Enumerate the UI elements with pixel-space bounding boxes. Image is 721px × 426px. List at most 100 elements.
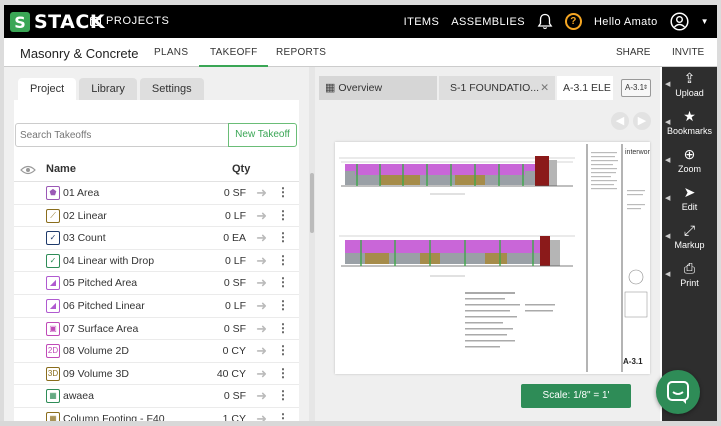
new-takeoff-button[interactable]: New Takeoff: [228, 123, 297, 147]
more-vertical-icon[interactable]: ⋮: [277, 343, 289, 357]
takeoff-row[interactable]: ◢ 06 Pitched Linear 0 LF ➜ ⋮: [14, 295, 299, 318]
takeoff-qty: 0 SF: [223, 322, 246, 335]
user-greeting[interactable]: Hello Amato: [594, 16, 658, 28]
tab-project[interactable]: Project: [18, 78, 77, 100]
volume-2d-icon: 2D: [46, 344, 60, 359]
area-icon: ▦: [46, 389, 60, 404]
arrow-right-icon[interactable]: ➜: [256, 230, 267, 246]
stepper-arrows-icon: ⇕: [642, 85, 648, 91]
takeoff-qty: 0 CY: [222, 345, 246, 358]
panel-scrollbar-thumb[interactable]: [310, 173, 314, 233]
takeoff-row[interactable]: ▦ awaea 0 SF ➜ ⋮: [14, 385, 299, 408]
more-vertical-icon[interactable]: ⋮: [277, 230, 289, 244]
more-vertical-icon[interactable]: ⋮: [277, 208, 289, 222]
share-button[interactable]: SHARE: [616, 38, 650, 67]
document-tabs: ▦ Overview S-1 FOUNDATIO... ✕ A-3.1 ELE …: [315, 76, 660, 100]
chevron-down-icon[interactable]: ▼: [701, 17, 709, 26]
takeoff-row[interactable]: 2D 08 Volume 2D 0 CY ➜ ⋮: [14, 340, 299, 363]
scale-indicator[interactable]: Scale: 1/8" = 1': [521, 384, 631, 408]
takeoff-row[interactable]: ◢ 05 Pitched Area 0 SF ➜ ⋮: [14, 272, 299, 295]
arrow-right-icon[interactable]: ➜: [256, 208, 267, 224]
arrow-right-icon[interactable]: ➜: [256, 366, 267, 382]
next-sheet-button[interactable]: ▶: [633, 112, 651, 130]
takeoff-row[interactable]: ▣ 07 Surface Area 0 SF ➜ ⋮: [14, 318, 299, 341]
arrow-right-icon[interactable]: ➜: [256, 388, 267, 404]
title-block-firm: interwork: [625, 149, 650, 156]
more-vertical-icon[interactable]: ⋮: [277, 185, 289, 199]
more-vertical-icon[interactable]: ⋮: [277, 321, 289, 335]
column-name-header[interactable]: Name: [46, 163, 76, 175]
doc-tab-s1-foundation[interactable]: S-1 FOUNDATIO... ✕: [439, 76, 555, 100]
tool-upload-button[interactable]: ◀ ⇪ Upload: [662, 67, 717, 105]
top-right-nav: ITEMS ASSEMBLIES ? Hello Amato ▼: [404, 5, 709, 38]
doc-tab-s1-label: S-1 FOUNDATIO...: [450, 82, 540, 94]
doc-tab-overview[interactable]: ▦ Overview: [319, 76, 437, 100]
elevation-1: [339, 156, 575, 195]
tab-reports[interactable]: REPORTS: [276, 38, 326, 67]
arrow-right-icon[interactable]: ➜: [256, 321, 267, 337]
doc-tab-a31-label: A-3.1 ELE: [563, 82, 611, 94]
printer-icon: ⎙: [683, 260, 696, 276]
elevation-2: [339, 235, 575, 277]
takeoff-row[interactable]: ✓ 03 Count 0 EA ➜ ⋮: [14, 227, 299, 250]
takeoff-row[interactable]: 3D 09 Volume 3D 40 CY ➜ ⋮: [14, 363, 299, 386]
eye-icon[interactable]: [20, 165, 36, 175]
tool-bookmarks-button[interactable]: ◀ ★ Bookmarks: [662, 105, 717, 143]
tool-zoom-button[interactable]: ◀ ⊕ Zoom: [662, 143, 717, 181]
takeoff-qty: 0 EA: [223, 232, 246, 245]
close-icon[interactable]: ✕: [540, 76, 549, 100]
count-icon: ✓: [46, 231, 60, 246]
stack-logo-mark: S: [10, 12, 30, 32]
cursor-icon: ➤: [683, 184, 696, 200]
column-qty-header[interactable]: Qty: [232, 163, 250, 175]
sheet-select[interactable]: A-3.1 ⇕: [621, 79, 651, 97]
tab-takeoff[interactable]: TAKEOFF: [199, 38, 269, 67]
volume-3d-icon: 3D: [46, 366, 60, 381]
linear-drop-icon: ✓: [46, 253, 60, 268]
tool-print-button[interactable]: ◀ ⎙ Print: [662, 257, 717, 295]
elevation-drawing: interwork A-3.1: [339, 144, 654, 372]
more-vertical-icon[interactable]: ⋮: [277, 388, 289, 402]
more-vertical-icon[interactable]: ⋮: [277, 253, 289, 267]
arrow-right-icon[interactable]: ➜: [256, 185, 267, 201]
app-window: S STACK PROJECTS ITEMS ASSEMBLIES ? Hell…: [4, 5, 717, 426]
doc-tab-overview-label: Overview: [338, 82, 383, 94]
help-icon[interactable]: ?: [564, 13, 582, 30]
more-vertical-icon[interactable]: ⋮: [277, 275, 289, 289]
assemblies-link[interactable]: ASSEMBLIES: [451, 16, 525, 28]
doc-tab-a31[interactable]: A-3.1 ELE: [557, 76, 613, 100]
bell-icon[interactable]: [537, 13, 553, 30]
tab-plans[interactable]: PLANS: [154, 38, 188, 67]
linear-icon: ⟋: [46, 208, 60, 223]
invite-button[interactable]: INVITE: [672, 38, 704, 67]
user-avatar-icon[interactable]: [670, 12, 689, 31]
tool-edit-button[interactable]: ◀ ➤ Edit: [662, 181, 717, 219]
drawing-sheet[interactable]: interwork A-3.1: [335, 142, 654, 374]
takeoff-name: 09 Volume 3D: [63, 367, 129, 380]
takeoff-qty: 40 CY: [216, 367, 246, 380]
projects-link[interactable]: PROJECTS: [90, 15, 169, 27]
tab-settings[interactable]: Settings: [139, 78, 204, 100]
arrow-right-icon[interactable]: ➜: [256, 275, 267, 291]
more-vertical-icon[interactable]: ⋮: [277, 298, 289, 312]
chat-bubble-icon: [667, 381, 689, 404]
window-bottom-edge: [0, 421, 721, 426]
prev-sheet-button[interactable]: ◀: [611, 112, 629, 130]
takeoff-row[interactable]: ⬟ 01 Area 0 SF ➜ ⋮: [14, 182, 299, 205]
arrow-right-icon[interactable]: ➜: [256, 253, 267, 269]
tool-label: Edit: [681, 202, 698, 212]
takeoff-qty: 0 SF: [223, 187, 246, 199]
chat-launcher-button[interactable]: [656, 370, 700, 414]
more-vertical-icon[interactable]: ⋮: [277, 366, 289, 380]
takeoff-row[interactable]: ✓ 04 Linear with Drop 0 LF ➜ ⋮: [14, 250, 299, 273]
takeoff-row[interactable]: ⟋ 02 Linear 0 LF ➜ ⋮: [14, 205, 299, 228]
project-title: Masonry & Concrete: [20, 46, 139, 61]
search-takeoffs-input[interactable]: [15, 123, 229, 147]
items-link[interactable]: ITEMS: [404, 16, 440, 28]
arrow-right-icon[interactable]: ➜: [256, 343, 267, 359]
tool-markup-button[interactable]: ◀ ⤢ Markup: [662, 219, 717, 257]
tab-library[interactable]: Library: [79, 78, 137, 100]
arrow-right-icon[interactable]: ➜: [256, 298, 267, 314]
takeoff-panel: Project Library Settings New Takeoff Nam…: [4, 67, 309, 426]
project-subnav: Masonry & Concrete PLANS TAKEOFF REPORTS…: [4, 38, 717, 67]
